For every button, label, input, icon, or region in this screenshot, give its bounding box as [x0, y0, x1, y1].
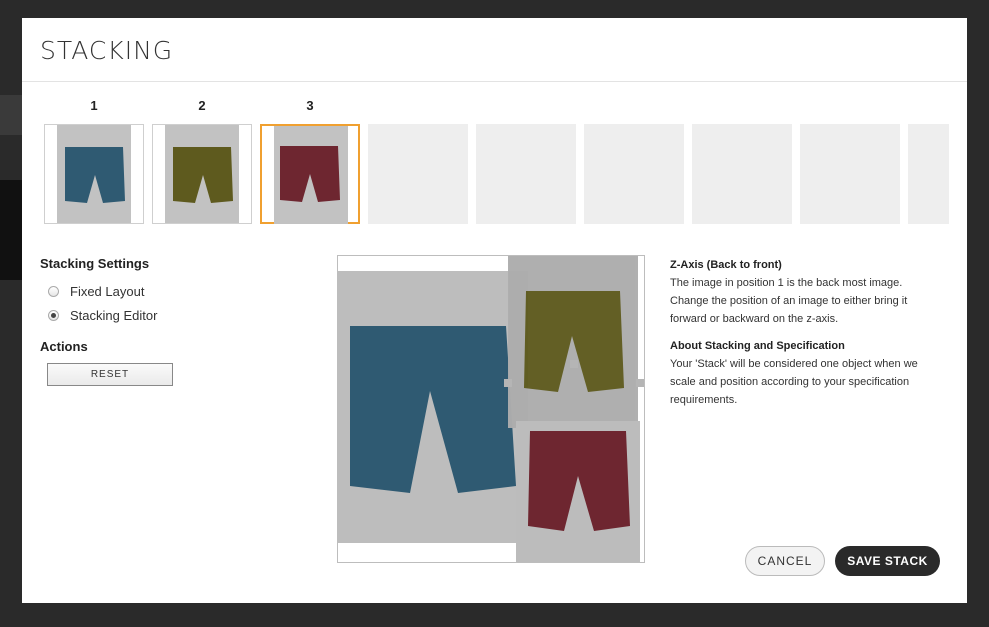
shorts-image-3 [528, 431, 630, 531]
about-stacking-info: About Stacking and Specification Your 'S… [670, 337, 920, 409]
background-image-block [0, 180, 22, 280]
slot-number-1: 1 [90, 98, 98, 113]
resize-handle-left[interactable] [504, 379, 512, 387]
background-sidebar-block [0, 95, 22, 135]
shorts-thumbnail-1 [65, 147, 125, 203]
slot-1[interactable] [44, 124, 144, 224]
z-axis-title: Z-Axis (Back to front) [670, 259, 782, 271]
slot-6-empty[interactable] [584, 124, 684, 224]
reset-button[interactable]: RESET [47, 363, 173, 386]
shorts-image-1 [350, 326, 516, 493]
slot-3[interactable] [260, 124, 360, 224]
slot-number-3: 3 [306, 98, 314, 113]
about-stacking-text: Your 'Stack' will be considered one obje… [670, 358, 918, 406]
fixed-layout-option[interactable]: Fixed Layout [48, 284, 144, 299]
fixed-layout-label: Fixed Layout [70, 284, 145, 299]
slot-8-empty[interactable] [800, 124, 900, 224]
slot-5-empty[interactable] [476, 124, 576, 224]
shorts-thumbnail-2 [173, 147, 233, 203]
slot-9-empty[interactable] [908, 124, 949, 224]
layer-2[interactable] [508, 256, 638, 428]
resize-handle-center[interactable] [570, 360, 578, 368]
slot-2[interactable] [152, 124, 252, 224]
save-stack-button[interactable]: SAVE STACK [835, 546, 940, 576]
stacking-settings-title: Stacking Settings [40, 256, 150, 271]
modal-header: STACKING [22, 18, 967, 82]
shorts-thumbnail-3 [280, 146, 340, 202]
z-axis-info: Z-Axis (Back to front) The image in posi… [670, 256, 920, 328]
resize-handle-right[interactable] [636, 379, 644, 387]
stacking-modal: STACKING 1 2 3 Stacking Settings Fixed L… [22, 18, 967, 603]
layer-1[interactable] [338, 271, 528, 543]
layer-3[interactable] [516, 421, 640, 562]
stacking-editor-canvas[interactable] [337, 255, 645, 563]
slot-4-empty[interactable] [368, 124, 468, 224]
fixed-layout-radio[interactable] [48, 286, 59, 297]
shorts-image-2 [524, 291, 624, 392]
cancel-button[interactable]: CANCEL [745, 546, 825, 576]
modal-title: STACKING [40, 36, 174, 65]
actions-title: Actions [40, 339, 88, 354]
stacking-editor-option[interactable]: Stacking Editor [48, 308, 157, 323]
about-stacking-title: About Stacking and Specification [670, 340, 845, 352]
stacking-editor-label: Stacking Editor [70, 308, 158, 323]
stacking-editor-radio[interactable] [48, 310, 59, 321]
slot-7-empty[interactable] [692, 124, 792, 224]
slot-number-2: 2 [198, 98, 206, 113]
z-axis-text: The image in position 1 is the back most… [670, 277, 908, 325]
